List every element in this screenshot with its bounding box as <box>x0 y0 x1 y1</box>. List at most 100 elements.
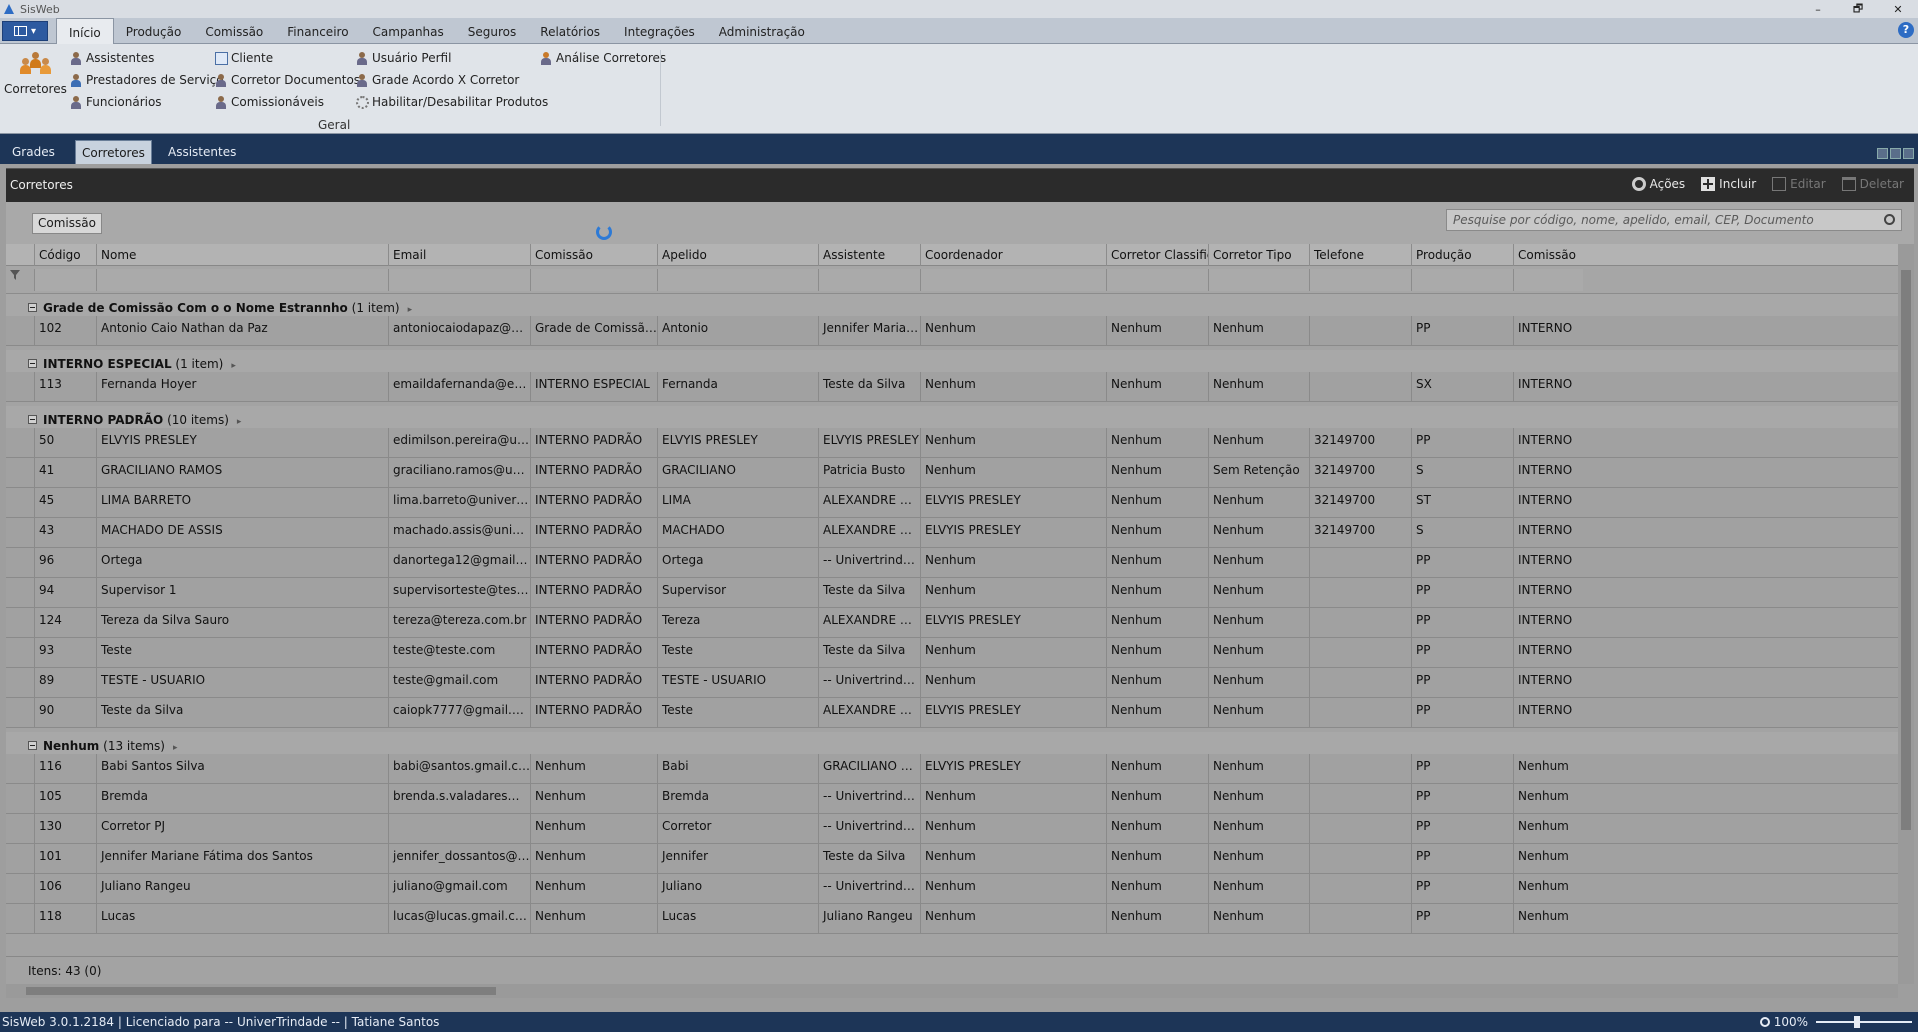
ribbon-analise-corretores[interactable]: Análise Corretores <box>540 49 666 67</box>
vertical-scroll-thumb[interactable] <box>1901 270 1911 830</box>
table-row[interactable]: 113Fernanda Hoyeremaildafernanda@email.c… <box>6 372 1898 402</box>
ribbon-corretor-documentos[interactable]: Corretor Documentos <box>215 71 360 89</box>
ribbon-cliente[interactable]: Cliente <box>215 49 273 67</box>
table-row[interactable]: 96 Ortega danortega12@gmail.com INTERNO PAD… <box>6 548 1898 578</box>
filter-cell-11[interactable] <box>1513 269 1583 291</box>
incluir-button[interactable]: Incluir <box>1701 177 1756 191</box>
filter-cell-1[interactable] <box>96 269 388 291</box>
cell-3: INTERNO PADRÃO <box>530 698 657 728</box>
doc-tab-corretores[interactable]: Corretores <box>75 140 152 164</box>
cell-2: machado.assis@univertrindad... <box>388 518 530 548</box>
collapse-icon[interactable] <box>28 359 37 368</box>
table-row[interactable]: 118 Lucas lucas@lucas.gmail.com Nenhum Lucas… <box>6 904 1898 934</box>
filter-cell-9[interactable] <box>1309 269 1411 291</box>
table-row[interactable]: 93 Teste teste@teste.com INTERNO PADRÃO Test… <box>6 638 1898 668</box>
table-row[interactable]: 45LIMA BARRETOlima.barreto@univertrindad… <box>6 488 1898 518</box>
column-header-2[interactable]: Email <box>388 244 530 266</box>
column-header-3[interactable]: Comissão <box>530 244 657 266</box>
filter-cell-10[interactable] <box>1411 269 1513 291</box>
ribbon-habilitar-produtos[interactable]: Habilitar/Desabilitar Produtos <box>356 93 548 111</box>
doc-tab-assistentes[interactable]: Assistentes <box>162 140 242 164</box>
menu-tab-0[interactable]: Início <box>56 18 114 45</box>
tabs-scroll-left-icon[interactable] <box>1877 148 1888 159</box>
collapse-icon[interactable] <box>28 741 37 750</box>
table-row[interactable]: 130 Corretor PJ Nenhum Corretor -- Univertri… <box>6 814 1898 844</box>
menu-tab-5[interactable]: Seguros <box>456 18 529 44</box>
filter-cell-7[interactable] <box>1106 269 1208 291</box>
horizontal-scroll-thumb[interactable] <box>26 987 496 995</box>
table-row[interactable]: 101 Jennifer Mariane Fátima dos Santos jen… <box>6 844 1898 874</box>
ribbon-prestadores[interactable]: Prestadores de Serviço <box>70 71 224 89</box>
ribbon-grade-acordo[interactable]: Grade Acordo X Corretor <box>356 71 519 89</box>
table-row[interactable]: 102 Antonio Caio Nathan da Paz antoniocaio… <box>6 316 1898 346</box>
column-header-0[interactable]: Código <box>34 244 96 266</box>
filter-cell-6[interactable] <box>920 269 1106 291</box>
zoom-slider-knob[interactable] <box>1854 1016 1860 1028</box>
group-by-chip[interactable]: Comissão <box>32 213 102 234</box>
doc-tab-grades[interactable]: Grades <box>6 140 61 164</box>
column-header-8[interactable]: Corretor Tipo <box>1208 244 1309 266</box>
ribbon-assistentes[interactable]: Assistentes <box>70 49 154 67</box>
cell-6: ELVYIS PRESLEY <box>920 698 1106 728</box>
table-row[interactable]: 105Bremdabrenda.s.valadares@gmail.comNen… <box>6 784 1898 814</box>
column-header-11[interactable]: Comissão <box>1513 244 1583 266</box>
ribbon-comissionaveis[interactable]: Comissionáveis <box>215 93 324 111</box>
table-row[interactable]: 106 Juliano Rangeu juliano@gmail.com Nenhum… <box>6 874 1898 904</box>
minimize-button[interactable]: – <box>1798 0 1838 18</box>
column-header-4[interactable]: Apelido <box>657 244 818 266</box>
help-icon[interactable]: ? <box>1898 22 1914 38</box>
filter-cell-4[interactable] <box>657 269 818 291</box>
menu-tab-6[interactable]: Relatórios <box>528 18 612 44</box>
ribbon-usuario-perfil[interactable]: Usuário Perfil <box>356 49 451 67</box>
cell-8: Nenhum <box>1208 698 1309 728</box>
column-header-6[interactable]: Coordenador <box>920 244 1106 266</box>
menu-tab-8[interactable]: Administração <box>707 18 817 44</box>
collapse-icon[interactable] <box>28 415 37 424</box>
table-row[interactable]: 41GRACILIANO RAMOSgraciliano.ramos@unive… <box>6 458 1898 488</box>
menu-tab-7[interactable]: Integrações <box>612 18 707 44</box>
tabs-close-icon[interactable] <box>1903 148 1914 159</box>
table-row[interactable]: 124 Tereza da Silva Sauro tereza@tereza.co… <box>6 608 1898 638</box>
corretores-ribbon-button[interactable]: Corretores <box>4 50 67 112</box>
menu-tab-1[interactable]: Produção <box>114 18 194 44</box>
filter-cell-5[interactable] <box>818 269 920 291</box>
collapse-icon[interactable] <box>28 303 37 312</box>
filter-cell-2[interactable] <box>388 269 530 291</box>
filter-funnel-icon[interactable] <box>10 270 20 280</box>
cell-1: Juliano Rangeu <box>96 874 388 904</box>
table-row[interactable]: 43MACHADO DE ASSISmachado.assis@univertr… <box>6 518 1898 548</box>
column-header-9[interactable]: Telefone <box>1309 244 1411 266</box>
search-input[interactable]: Pesquise por código, nome, apelido, emai… <box>1446 209 1902 231</box>
column-header-10[interactable]: Produção <box>1411 244 1513 266</box>
table-row[interactable]: 50ELVYIS PRESLEYedimilson.pereira@univer… <box>6 428 1898 458</box>
table-row[interactable]: 89 TESTE - USUARIO teste@gmail.com INTERNO … <box>6 668 1898 698</box>
menu-tab-4[interactable]: Campanhas <box>361 18 456 44</box>
filter-cell-8[interactable] <box>1208 269 1309 291</box>
editar-button[interactable]: Editar <box>1772 177 1826 191</box>
column-header-5[interactable]: Assistente <box>818 244 920 266</box>
close-button[interactable]: ✕ <box>1878 0 1918 18</box>
deletar-button[interactable]: Deletar <box>1841 177 1904 191</box>
table-row[interactable]: 90 Teste da Silva caiopk7777@gmail.com INTE… <box>6 698 1898 728</box>
tabs-scroll-right-icon[interactable] <box>1890 148 1901 159</box>
column-header-7[interactable]: Corretor Classificação <box>1106 244 1208 266</box>
table-row[interactable]: 94Supervisor 1supervisorteste@teste.comI… <box>6 578 1898 608</box>
search-icon[interactable] <box>1884 214 1895 225</box>
menu-tab-3[interactable]: Financeiro <box>275 18 360 44</box>
ribbon-funcionarios[interactable]: Funcionários <box>70 93 162 111</box>
filter-cell-3[interactable] <box>530 269 657 291</box>
column-header-1[interactable]: Nome <box>96 244 388 266</box>
group-label: INTERNO ESPECIAL (1 item) ▸ <box>43 357 236 371</box>
restore-button[interactable]: 🗗 <box>1838 0 1878 18</box>
horizontal-scrollbar[interactable] <box>6 984 1898 998</box>
ribbon-separator <box>660 50 661 126</box>
cell-6: Nenhum <box>920 904 1106 934</box>
zoom-slider[interactable] <box>1816 1016 1912 1028</box>
acoes-button[interactable]: Ações <box>1631 177 1685 191</box>
vertical-scrollbar[interactable] <box>1898 244 1914 984</box>
table-row[interactable]: 116 Babi Santos Silva babi@santos.gmail.co… <box>6 754 1898 784</box>
filter-cell-0[interactable] <box>34 269 96 291</box>
app-menu-button[interactable]: ▾ <box>2 21 48 41</box>
cell-10: PP <box>1411 698 1513 728</box>
menu-tab-2[interactable]: Comissão <box>193 18 275 44</box>
